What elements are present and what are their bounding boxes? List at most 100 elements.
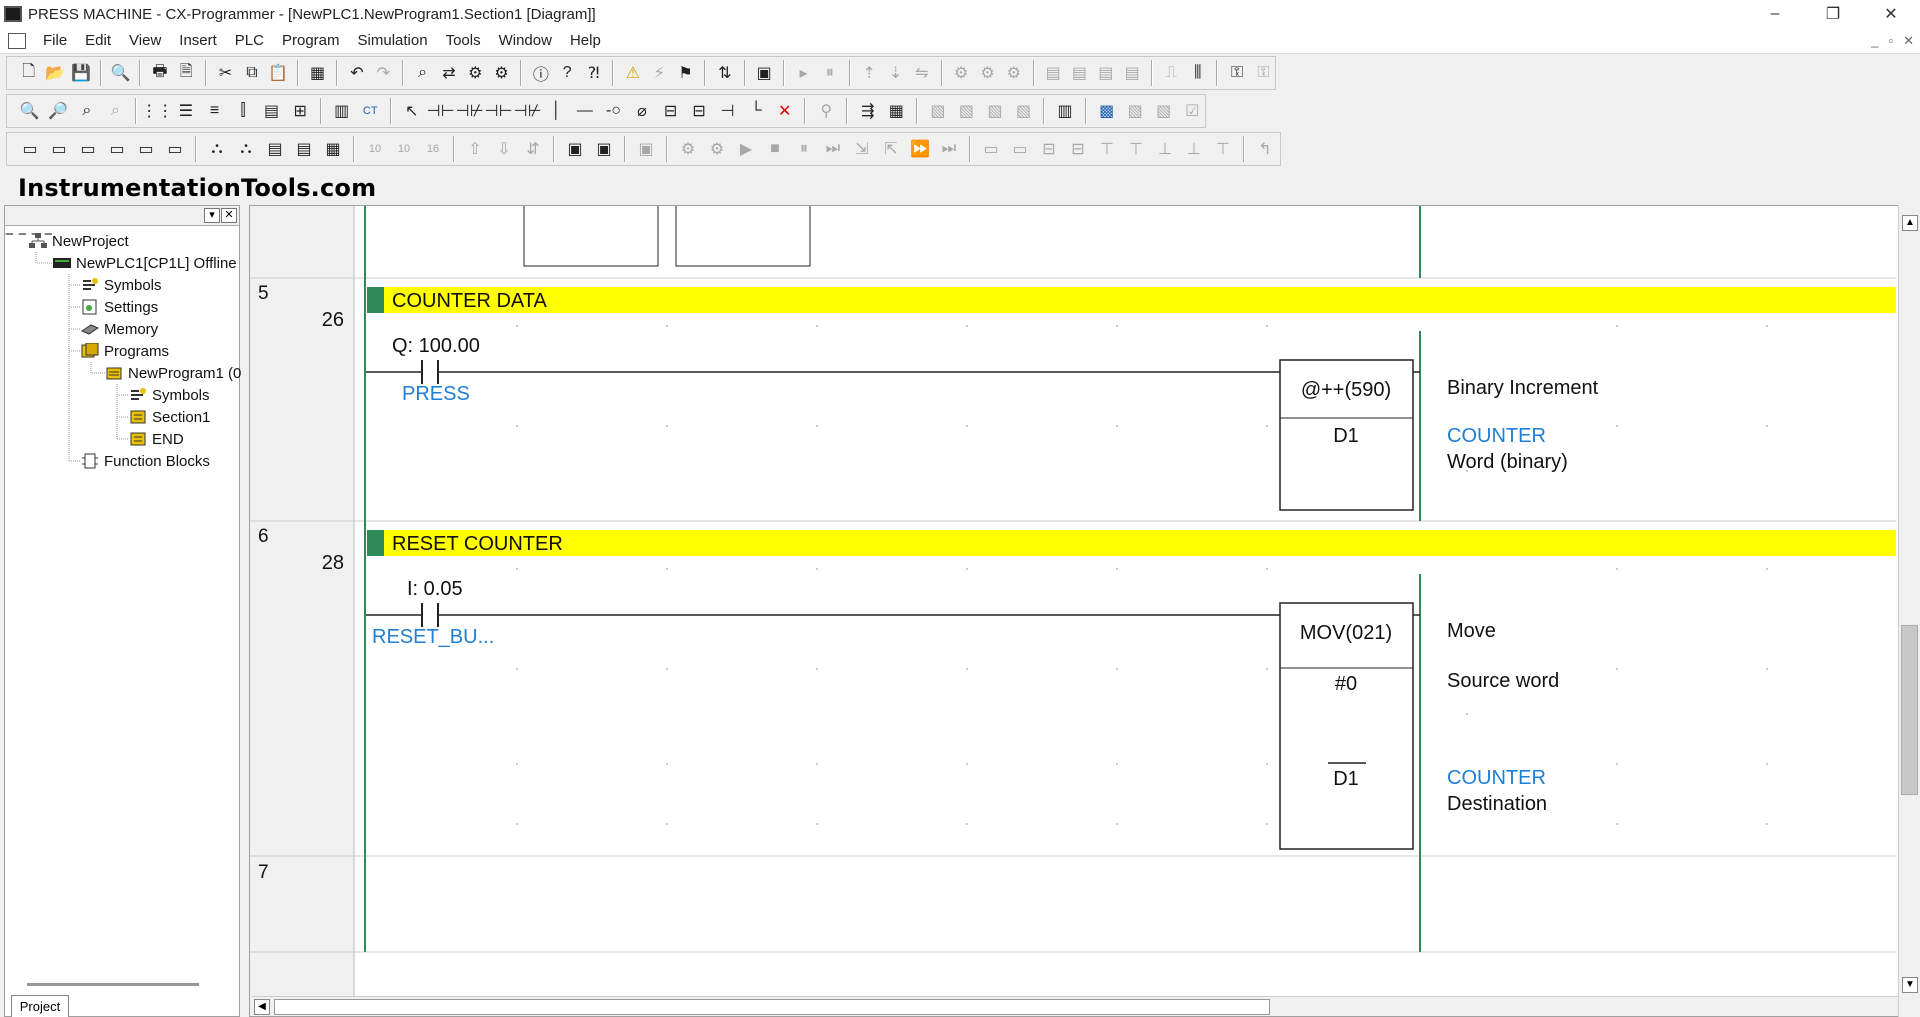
memory-view-icon[interactable]: ▩ <box>1094 98 1120 124</box>
window-ladder-icon[interactable]: ▭ <box>162 136 188 162</box>
force-cancel-icon[interactable]: ▤ <box>1094 60 1117 86</box>
break-point-icon[interactable]: ▭ <box>978 136 1004 162</box>
rung-comments-icon[interactable]: ▤ <box>291 136 317 162</box>
tree-scrollbar[interactable] <box>27 983 199 986</box>
transfer-from-plc-icon[interactable]: ⇣ <box>884 60 907 86</box>
io-comments-icon[interactable]: ▤ <box>262 136 288 162</box>
rung-delete-icon[interactable]: ⊤ <box>1123 136 1149 162</box>
comment-bar[interactable] <box>367 530 1896 556</box>
coil-nc-icon[interactable]: ⌀ <box>629 98 655 124</box>
symbol-table-icon[interactable]: ⛬ <box>233 136 259 162</box>
force-on-icon[interactable]: ▤ <box>1042 60 1065 86</box>
transfer-icon[interactable]: ⇅ <box>713 60 736 86</box>
data-trace-icon[interactable]: ⚿ <box>1225 60 1248 86</box>
redo-icon[interactable]: ↷ <box>372 60 395 86</box>
end-edit-icon[interactable]: ▧ <box>1011 98 1037 124</box>
document-icon[interactable] <box>8 32 26 49</box>
list-icon[interactable]: ≡ <box>202 98 228 124</box>
zoom-icon[interactable]: 🔎 <box>46 98 72 124</box>
zoom-fit-icon[interactable]: ⌕ <box>74 98 100 124</box>
menu-simulation[interactable]: Simulation <box>349 32 437 49</box>
menu-program[interactable]: Program <box>273 32 349 49</box>
undo-icon[interactable]: ↶ <box>345 60 368 86</box>
pt-contact-icon[interactable]: ⊟ <box>686 98 712 124</box>
section-list-icon[interactable]: ▤ <box>259 98 285 124</box>
comment-bar[interactable] <box>367 287 1896 313</box>
line-connect-icon[interactable]: └ <box>743 98 769 124</box>
program-mode-icon[interactable]: ⚙ <box>950 60 973 86</box>
horizontal-line-icon[interactable]: — <box>572 98 598 124</box>
sim-work-online-icon[interactable]: ▣ <box>591 136 617 162</box>
monitor-mode-icon[interactable]: ⚙ <box>1002 60 1025 86</box>
simulator-icon[interactable]: ▣ <box>562 136 588 162</box>
instruction-box-previous[interactable] <box>675 206 811 267</box>
coil-icon[interactable]: -○ <box>601 98 627 124</box>
context-help-icon[interactable]: ⁈ <box>582 60 605 86</box>
help-icon[interactable]: ? <box>556 60 579 86</box>
pane-close-icon[interactable]: ✕ <box>221 208 237 223</box>
address-reference-icon[interactable]: ⚙ <box>490 60 513 86</box>
delete-line-icon[interactable]: ✕ <box>772 98 798 124</box>
window-properties-icon[interactable]: ▭ <box>133 136 159 162</box>
menu-help[interactable]: Help <box>561 32 610 49</box>
menu-file[interactable]: File <box>34 32 76 49</box>
output-icon[interactable]: ▧ <box>1151 98 1177 124</box>
h-scroll-thumb[interactable] <box>274 999 1270 1015</box>
sim-run-icon[interactable]: ⚙ <box>675 136 701 162</box>
select-icon[interactable]: ↖ <box>399 98 425 124</box>
print-preview-icon[interactable]: 🔍 <box>109 60 132 86</box>
vertical-scrollbar[interactable]: ▲ ▼ <box>1898 205 1920 1017</box>
page-preview-icon[interactable]: 🗎 <box>175 60 198 86</box>
rung-icon[interactable]: ⫿ <box>230 98 256 124</box>
decimal-icon[interactable]: 10 <box>362 136 388 162</box>
online-icon[interactable]: ⚡ <box>648 60 671 86</box>
cross-reference-icon[interactable]: ⚙ <box>464 60 487 86</box>
memory-card-icon[interactable]: ▦ <box>306 60 329 86</box>
break-point-list-icon[interactable]: ▭ <box>1007 136 1033 162</box>
zoom-in-icon[interactable]: 🔍 <box>17 98 43 124</box>
online-edit-icon[interactable]: ⚲ <box>813 98 839 124</box>
open-icon[interactable]: 📂 <box>43 60 66 86</box>
transfer-program-icon[interactable]: ⇶ <box>855 98 881 124</box>
send-edit-icon[interactable]: ▧ <box>982 98 1008 124</box>
contact-no-icon[interactable]: ⊣⊢ <box>427 98 455 124</box>
rung-insert-2-icon[interactable]: ⊥ <box>1152 136 1178 162</box>
cancel-edit-icon[interactable]: ▧ <box>954 98 980 124</box>
scroll-down-icon[interactable]: ▼ <box>1902 977 1918 993</box>
pane-menu-icon[interactable]: ▾ <box>204 208 220 223</box>
pt-coil-icon[interactable]: ⊣ <box>715 98 741 124</box>
table-icon[interactable]: ▦ <box>884 98 910 124</box>
signed-decimal-icon[interactable]: 10 <box>391 136 417 162</box>
save-icon[interactable]: 💾 <box>70 60 93 86</box>
compile-icon[interactable]: ▣ <box>753 60 776 86</box>
comments-icon[interactable]: ☰ <box>173 98 199 124</box>
menu-plc[interactable]: PLC <box>226 32 273 49</box>
edit-rung-icon[interactable]: ▧ <box>925 98 951 124</box>
watch-icon[interactable]: ▧ <box>1122 98 1148 124</box>
upload-icon[interactable]: ⇧ <box>462 136 488 162</box>
copy-icon[interactable]: ⧉ <box>240 60 263 86</box>
grid-icon[interactable]: ⋮⋮ <box>141 98 173 124</box>
menu-window[interactable]: Window <box>490 32 561 49</box>
step-out-icon[interactable]: ⇱ <box>878 136 904 162</box>
menu-tools[interactable]: Tools <box>437 32 490 49</box>
cut-icon[interactable]: ✂ <box>214 60 237 86</box>
debug-mode-icon[interactable]: ⚙ <box>976 60 999 86</box>
download-icon[interactable]: ⇩ <box>491 136 517 162</box>
new-icon[interactable]: 🗋 <box>17 60 40 86</box>
sim-settings-icon[interactable]: ▣ <box>633 136 659 162</box>
io-condition-icon[interactable]: ⊟ <box>1036 136 1062 162</box>
window-output-icon[interactable]: ▭ <box>46 136 72 162</box>
paste-icon[interactable]: 📋 <box>267 60 290 86</box>
pause-icon[interactable]: ⏸ <box>818 60 841 86</box>
rung-split-icon[interactable]: ⊤ <box>1210 136 1236 162</box>
mode-run-icon[interactable]: ▸ <box>792 60 815 86</box>
check-icon[interactable]: ☑ <box>1180 98 1206 124</box>
force-off-icon[interactable]: ▤ <box>1068 60 1091 86</box>
stop-icon[interactable]: ■ <box>762 136 788 162</box>
replace-icon[interactable]: ⇄ <box>437 60 460 86</box>
rung-insert-icon[interactable]: ⊤ <box>1094 136 1120 162</box>
menu-insert[interactable]: Insert <box>170 32 226 49</box>
transfer-icon-2[interactable]: ⇵ <box>520 136 546 162</box>
menu-edit[interactable]: Edit <box>76 32 120 49</box>
